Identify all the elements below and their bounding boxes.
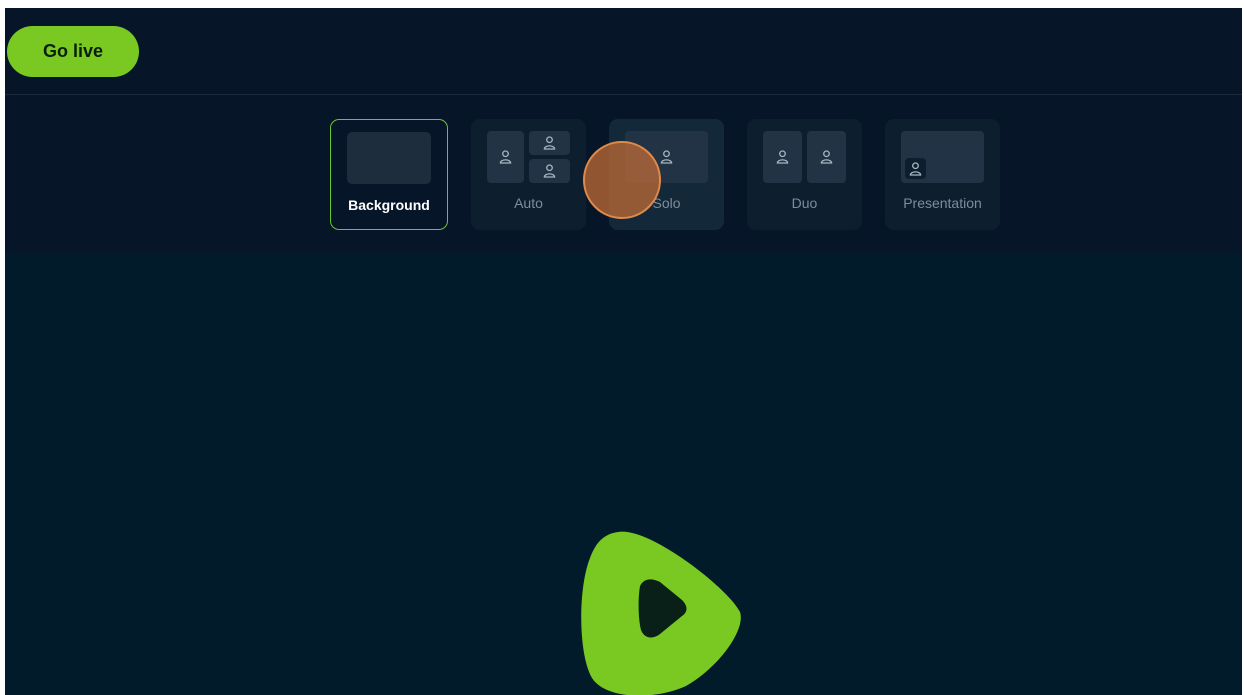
layout-label: Duo	[791, 195, 818, 211]
person-icon	[776, 150, 789, 164]
layout-selector: Background Auto Solo Duo Presentation	[5, 96, 1242, 253]
layout-auto-card[interactable]: Auto	[471, 119, 586, 230]
person-icon	[499, 150, 512, 164]
play-logo-icon	[581, 531, 741, 695]
layout-presentation-card[interactable]: Presentation	[885, 119, 1000, 230]
person-icon	[543, 164, 556, 178]
studio-app: Go live Background Auto Solo Duo Present…	[5, 8, 1242, 695]
layout-label: Presentation	[903, 195, 982, 211]
background-thumbnail	[347, 132, 431, 184]
layout-background-card[interactable]: Background	[330, 119, 448, 230]
layout-label: Solo	[652, 195, 681, 211]
top-toolbar: Go live	[5, 8, 1242, 95]
person-tile	[487, 131, 524, 183]
person-tile	[807, 131, 846, 183]
layout-duo-card[interactable]: Duo	[747, 119, 862, 230]
stage-preview	[5, 253, 1242, 695]
person-tile	[529, 159, 570, 183]
person-icon	[909, 161, 922, 176]
person-tile	[625, 131, 708, 183]
person-icon	[660, 150, 673, 164]
person-tile	[763, 131, 802, 183]
layout-solo-card[interactable]: Solo	[609, 119, 724, 230]
person-tile	[529, 131, 570, 155]
person-icon	[820, 150, 833, 164]
go-live-button[interactable]: Go live	[7, 26, 139, 77]
person-tile	[905, 158, 926, 179]
layout-label: Auto	[514, 195, 543, 211]
layout-label: Background	[348, 197, 430, 213]
person-icon	[543, 136, 556, 150]
